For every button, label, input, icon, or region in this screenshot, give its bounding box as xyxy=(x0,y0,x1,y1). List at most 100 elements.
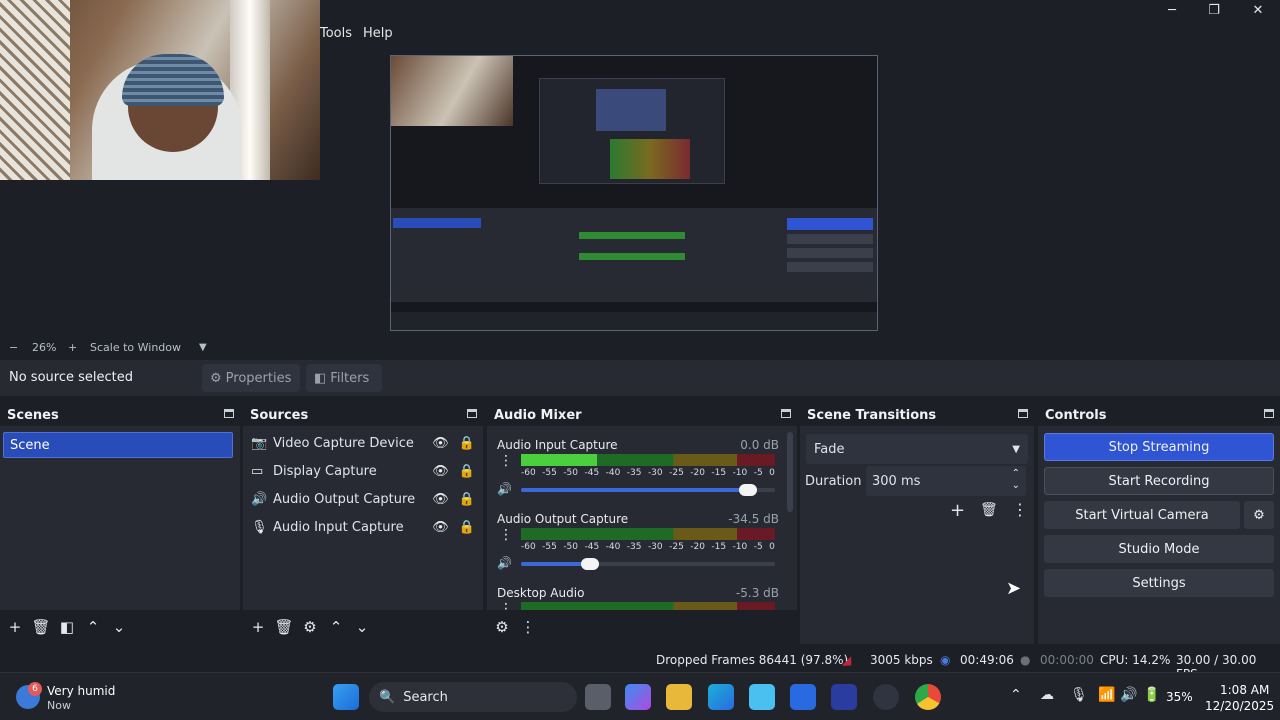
settings-button[interactable]: Settings xyxy=(1044,569,1274,597)
meter-tick: -15 xyxy=(711,468,727,478)
volume-slider[interactable]: 🔊 xyxy=(497,482,775,498)
start-virtual-camera-button[interactable]: Start Virtual Camera xyxy=(1044,501,1240,529)
channel-menu-icon[interactable]: ⋮ xyxy=(499,454,513,468)
meter-tick: -10 xyxy=(732,542,748,552)
remove-source-icon[interactable]: 🗑 xyxy=(271,614,297,640)
microphone-icon[interactable]: 🎙 xyxy=(1070,687,1088,703)
volume-knob[interactable] xyxy=(739,484,757,496)
edge-icon[interactable] xyxy=(708,684,734,710)
duration-input[interactable]: 300 ms ⌃ ⌄ xyxy=(866,466,1026,496)
clock-time[interactable]: 1:08 AM xyxy=(1220,683,1269,697)
sources-dock-title: Sources xyxy=(243,404,483,426)
undock-icon[interactable] xyxy=(1264,409,1274,418)
move-down-icon[interactable]: ⌄ xyxy=(349,614,375,640)
visibility-eye-icon[interactable]: 👁 xyxy=(432,492,449,507)
studio-mode-button[interactable]: Studio Mode xyxy=(1044,535,1274,563)
weather-badge: 6 xyxy=(28,682,42,696)
scene-filters-icon[interactable]: ◧ xyxy=(54,614,80,640)
scale-dropdown-icon[interactable]: ▼ xyxy=(199,342,207,353)
start-menu-icon[interactable] xyxy=(333,684,359,710)
visibility-eye-icon[interactable]: 👁 xyxy=(432,436,449,451)
undock-icon[interactable] xyxy=(467,409,477,418)
filters-button[interactable]: ◧ Filters xyxy=(306,364,382,392)
move-up-icon[interactable]: ⌃ xyxy=(323,614,349,640)
mixer-settings-icon[interactable]: ⚙ xyxy=(489,614,515,640)
scenes-dock: Scenes Scene + 🗑 ◧ ⌃ ⌄ xyxy=(0,404,240,644)
audio-mixer-dock-title: Audio Mixer xyxy=(487,404,797,426)
webcam-feed xyxy=(0,0,320,180)
add-transition-icon[interactable]: + xyxy=(950,500,970,521)
volume-knob[interactable] xyxy=(580,558,599,570)
zoom-level: 26% xyxy=(32,340,57,354)
undock-icon[interactable] xyxy=(1018,409,1028,418)
taskbar-search[interactable]: 🔍 Search xyxy=(369,682,577,712)
meter-tick: -25 xyxy=(669,468,684,478)
stepper-icon[interactable]: ⌃ ⌄ xyxy=(1012,468,1020,492)
obs-icon[interactable] xyxy=(873,684,899,710)
menu-help[interactable]: Help xyxy=(363,26,393,41)
channel-name: Audio Output Capture xyxy=(497,512,629,526)
bitrate: 3005 kbps xyxy=(870,653,933,667)
stream-time: 00:49:06 xyxy=(960,653,1014,667)
transition-select[interactable]: Fade ▼ xyxy=(806,434,1028,464)
chevron-up-icon[interactable]: ⌃ xyxy=(1010,687,1022,703)
task-view-icon[interactable] xyxy=(585,684,611,710)
virtual-camera-settings-button[interactable]: ⚙ xyxy=(1244,501,1274,529)
source-item[interactable]: 📷 Video Capture Device 👁 🔒 xyxy=(251,430,475,456)
mouse-cursor-icon: ➤ xyxy=(1006,578,1022,599)
visibility-eye-icon[interactable]: 👁 xyxy=(432,464,449,479)
battery-icon[interactable]: 🔋 xyxy=(1143,687,1160,703)
mixer-menu-icon[interactable]: ⋮ xyxy=(515,614,541,640)
source-item[interactable]: ▭ Display Capture 👁 🔒 xyxy=(251,458,475,484)
lock-icon[interactable]: 🔒 xyxy=(459,520,475,535)
wifi-icon[interactable]: 📶 xyxy=(1098,687,1115,703)
visibility-eye-icon[interactable]: 👁 xyxy=(432,520,449,535)
undock-icon[interactable] xyxy=(224,409,234,418)
remove-scene-icon[interactable]: 🗑 xyxy=(28,614,54,640)
lock-icon[interactable]: 🔒 xyxy=(459,436,475,451)
search-icon: 🔍 xyxy=(379,689,396,705)
speaker-icon[interactable]: 🔊 xyxy=(497,482,512,496)
speaker-icon[interactable]: 🔊 xyxy=(497,556,512,570)
source-properties-icon[interactable]: ⚙ xyxy=(297,614,323,640)
zoom-in-button[interactable]: + xyxy=(68,341,77,354)
add-source-icon[interactable]: + xyxy=(245,614,271,640)
network-icon: ◢ xyxy=(842,653,852,667)
properties-button[interactable]: ⚙ Properties xyxy=(202,364,300,392)
volume-slider[interactable]: 🔊 xyxy=(497,556,775,572)
source-item[interactable]: 🔊 Audio Output Capture 👁 🔒 xyxy=(251,486,475,512)
minimize-button[interactable]: ─ xyxy=(1150,0,1194,20)
stop-streaming-button[interactable]: Stop Streaming xyxy=(1044,433,1274,461)
start-recording-button[interactable]: Start Recording xyxy=(1044,467,1274,495)
nested-window xyxy=(539,78,725,184)
filter-icon: ◧ xyxy=(314,370,327,386)
remove-transition-icon[interactable]: 🗑 xyxy=(980,502,1000,518)
transition-menu-icon[interactable]: ⋮ xyxy=(1012,500,1028,519)
lock-icon[interactable]: 🔒 xyxy=(459,464,475,479)
chrome-icon[interactable] xyxy=(915,684,941,710)
scene-list-item[interactable]: Scene xyxy=(3,432,233,458)
chevron-down-icon: ▼ xyxy=(1012,443,1020,455)
volume-icon[interactable]: 🔊 xyxy=(1120,687,1137,703)
cloud-icon[interactable]: ☁ xyxy=(1040,687,1054,703)
app-icon[interactable] xyxy=(831,684,857,710)
move-down-icon[interactable]: ⌄ xyxy=(106,614,132,640)
close-button[interactable]: ✕ xyxy=(1236,0,1280,20)
store-icon[interactable] xyxy=(790,684,816,710)
lock-icon[interactable]: 🔒 xyxy=(459,492,475,507)
copilot-icon[interactable] xyxy=(625,684,651,710)
add-scene-icon[interactable]: + xyxy=(2,614,28,640)
source-item[interactable]: 🎙 Audio Input Capture 👁 🔒 xyxy=(251,514,475,540)
clock-date[interactable]: 12/20/2025 xyxy=(1205,699,1274,713)
channel-db: -5.3 dB xyxy=(735,586,779,600)
undock-icon[interactable] xyxy=(781,409,791,418)
mixer-scrollbar[interactable] xyxy=(787,432,793,512)
maximize-button[interactable]: ❐ xyxy=(1192,0,1236,20)
move-up-icon[interactable]: ⌃ xyxy=(80,614,106,640)
nested-webcam xyxy=(391,56,513,126)
menu-tools[interactable]: Tools xyxy=(320,26,352,41)
channel-menu-icon[interactable]: ⋮ xyxy=(499,528,513,542)
zoom-out-button[interactable]: − xyxy=(9,341,18,354)
app-icon[interactable] xyxy=(749,684,775,710)
file-explorer-icon[interactable] xyxy=(666,684,692,710)
